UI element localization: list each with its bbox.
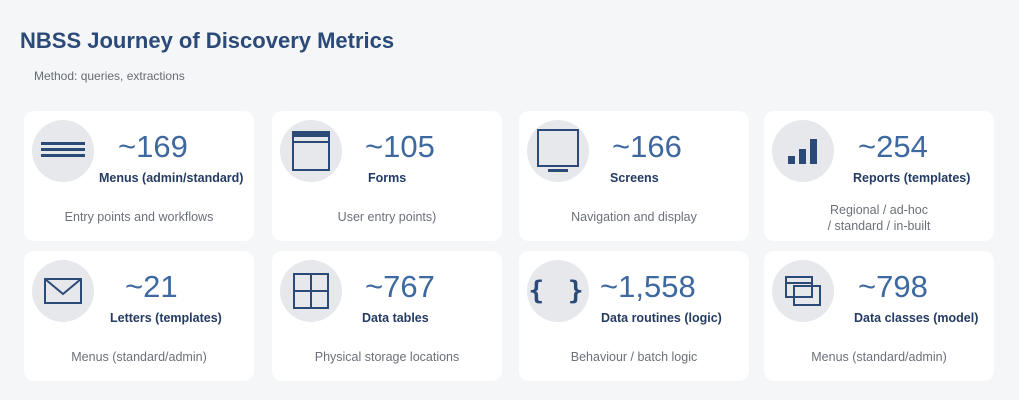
metric-label: Data tables xyxy=(362,311,429,325)
metric-value: ~254 xyxy=(858,129,928,164)
metric-card-screens: ~166 Screens Navigation and display xyxy=(519,111,749,241)
metric-description: Navigation and display xyxy=(571,210,697,224)
bar-chart-icon xyxy=(772,120,834,182)
table-grid-icon xyxy=(280,260,342,322)
metric-description-line: Regional / ad-hoc xyxy=(830,203,928,217)
metric-value: ~767 xyxy=(365,269,435,304)
metric-card-menus: ~169 Menus (admin/standard) Entry points… xyxy=(24,111,254,241)
metric-label: Forms xyxy=(368,171,407,185)
curly-braces-icon: { } xyxy=(527,260,589,322)
metric-label: Screens xyxy=(610,171,659,185)
metric-description: Menus (standard/admin) xyxy=(71,350,207,364)
envelope-icon xyxy=(32,260,94,322)
metric-description: Behaviour / batch logic xyxy=(570,350,698,364)
metric-card-forms: ~105 Forms User entry points) xyxy=(272,111,502,241)
menu-lines-icon xyxy=(32,120,94,182)
metric-description: Physical storage locations xyxy=(314,350,460,364)
metric-value: ~21 xyxy=(125,269,178,304)
metric-card-letters: ~21 Letters (templates) Menus (standard/… xyxy=(24,251,254,381)
metric-description: Entry points and workflows xyxy=(64,210,214,224)
metric-value: ~1,558 xyxy=(600,269,696,304)
metric-value: ~166 xyxy=(612,129,682,164)
curly-braces-glyph: { } xyxy=(528,276,588,306)
metric-card-data-tables: ~767 Data tables Physical storage locati… xyxy=(272,251,502,381)
metric-card-data-routines: { } ~1,558 Data routines (logic) Behavio… xyxy=(519,251,749,381)
monitor-icon xyxy=(527,120,589,182)
metric-description-line: / standard / in-built xyxy=(827,219,931,233)
metric-value: ~105 xyxy=(365,129,435,164)
metric-value: ~169 xyxy=(118,129,188,164)
metric-value: ~798 xyxy=(858,269,928,304)
metric-description: User entry points) xyxy=(337,210,437,224)
metric-description: Regional / ad-hoc / standard / in-built xyxy=(764,202,994,234)
class-boxes-icon xyxy=(772,260,834,322)
metric-card-data-classes: ~798 Data classes (model) Menus (standar… xyxy=(764,251,994,381)
metric-label: Letters (templates) xyxy=(110,311,222,325)
metric-label: Data classes (model) xyxy=(854,311,979,325)
metric-label: Menus (admin/standard) xyxy=(99,171,244,185)
metric-label: Reports (templates) xyxy=(853,171,971,185)
metric-card-reports: ~254 Reports (templates) Regional / ad-h… xyxy=(764,111,994,241)
form-window-icon xyxy=(280,120,342,182)
metric-label: Data routines (logic) xyxy=(601,311,722,325)
metrics-grid: ~169 Menus (admin/standard) Entry points… xyxy=(0,0,1019,400)
metric-description: Menus (standard/admin) xyxy=(811,350,947,364)
